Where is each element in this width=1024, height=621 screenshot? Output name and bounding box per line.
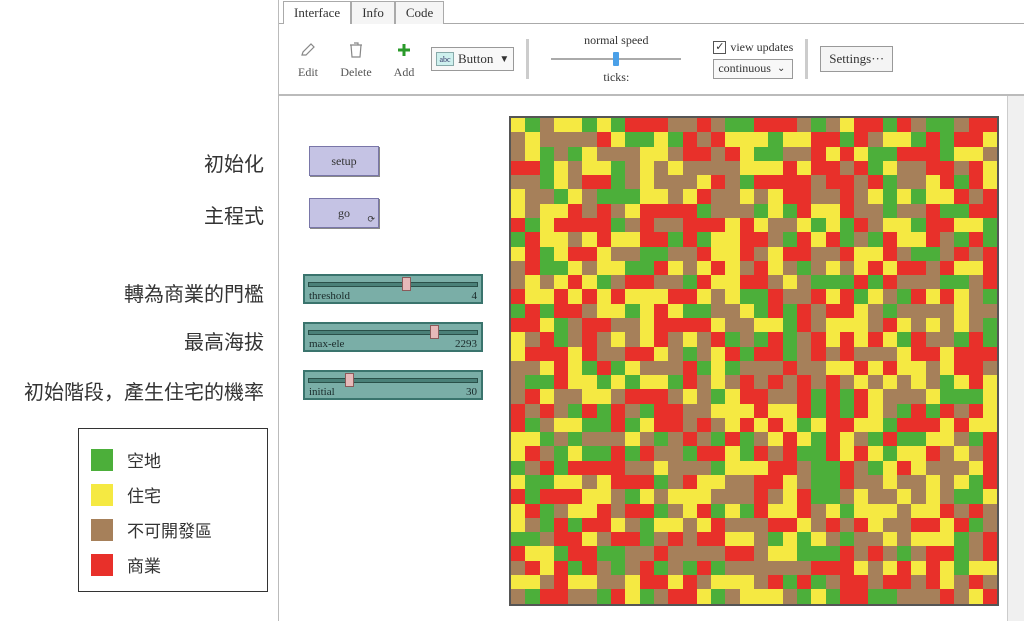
legend-swatch-brown <box>91 519 113 541</box>
label-main: 主程式 <box>204 200 264 229</box>
legend-label: 商業 <box>127 552 161 577</box>
slider-value: 2293 <box>455 339 477 350</box>
legend-swatch-green <box>91 449 113 471</box>
speed-slider[interactable] <box>551 50 681 68</box>
tab-code[interactable]: Code <box>395 1 444 24</box>
slider-initial[interactable]: initial 30 <box>303 370 483 400</box>
legend-item: 商業 <box>91 552 255 577</box>
speed-control: normal speed ticks: <box>541 33 691 85</box>
legend-item: 住宅 <box>91 482 255 507</box>
plus-icon <box>396 38 412 62</box>
view-updates-block: ✓ view updates continuous ⌄ <box>713 40 793 79</box>
workspace: setup go ⟳ threshold 4 max-ele 2293 <box>279 96 1024 621</box>
settings-button[interactable]: Settings··· <box>820 46 893 72</box>
slider-max-ele[interactable]: max-ele 2293 <box>303 322 483 352</box>
vertical-scrollbar[interactable] <box>1007 96 1024 621</box>
setup-button[interactable]: setup <box>309 146 379 176</box>
pencil-icon <box>300 38 316 62</box>
legend-swatch-red <box>91 554 113 576</box>
edit-button[interactable]: Edit <box>287 31 329 87</box>
widget-type-dropdown[interactable]: abc Button ▼ <box>431 47 514 71</box>
slider-thumb[interactable] <box>345 373 354 387</box>
legend-label: 空地 <box>127 447 161 472</box>
trash-icon <box>349 38 363 62</box>
legend-label: 住宅 <box>127 482 161 507</box>
slider-threshold[interactable]: threshold 4 <box>303 274 483 304</box>
slider-value: 4 <box>472 291 478 302</box>
chevron-down-icon: ⌄ <box>777 63 785 74</box>
label-init: 初始化 <box>204 148 264 177</box>
netlogo-window: Interface Info Code Edit Delete Add abc … <box>278 0 1024 621</box>
legend-item: 不可開發區 <box>91 517 255 542</box>
legend: 空地 住宅 不可開發區 商業 <box>78 428 268 592</box>
slider-thumb[interactable] <box>402 277 411 291</box>
tab-interface[interactable]: Interface <box>283 1 351 24</box>
update-mode-dropdown[interactable]: continuous ⌄ <box>713 59 793 79</box>
slider-value: 30 <box>466 387 477 398</box>
tab-strip: Interface Info Code <box>279 0 1024 24</box>
label-maxele: 最高海拔 <box>184 326 264 355</box>
speed-label-top: normal speed <box>584 33 648 48</box>
toolbar: Edit Delete Add abc Button ▼ normal spee… <box>279 24 1024 96</box>
legend-swatch-yellow <box>91 484 113 506</box>
chevron-down-icon: ▼ <box>499 54 509 65</box>
toolbar-divider <box>805 39 808 79</box>
legend-item: 空地 <box>91 447 255 472</box>
slider-name: threshold <box>309 291 350 302</box>
slider-name: max-ele <box>309 339 344 350</box>
speed-thumb[interactable] <box>613 52 619 66</box>
label-threshold: 轉為商業的門檻 <box>124 278 264 307</box>
tab-info[interactable]: Info <box>351 1 395 24</box>
legend-label: 不可開發區 <box>127 517 212 542</box>
annotation-panel: 初始化 主程式 轉為商業的門檻 最高海拔 初始階段，產生住宅的機率 空地 住宅 … <box>0 0 278 621</box>
go-button[interactable]: go ⟳ <box>309 198 379 228</box>
forever-icon: ⟳ <box>367 214 375 225</box>
checkbox-icon: ✓ <box>713 41 726 54</box>
slider-thumb[interactable] <box>430 325 439 339</box>
slider-name: initial <box>309 387 335 398</box>
button-widget-icon: abc <box>436 52 454 66</box>
world-view[interactable] <box>509 116 999 606</box>
view-updates-checkbox[interactable]: ✓ view updates <box>713 40 793 55</box>
speed-label-bottom: ticks: <box>603 70 629 85</box>
toolbar-divider <box>526 39 529 79</box>
label-initial: 初始階段，產生住宅的機率 <box>24 376 264 405</box>
delete-button[interactable]: Delete <box>335 31 377 87</box>
add-button[interactable]: Add <box>383 31 425 87</box>
